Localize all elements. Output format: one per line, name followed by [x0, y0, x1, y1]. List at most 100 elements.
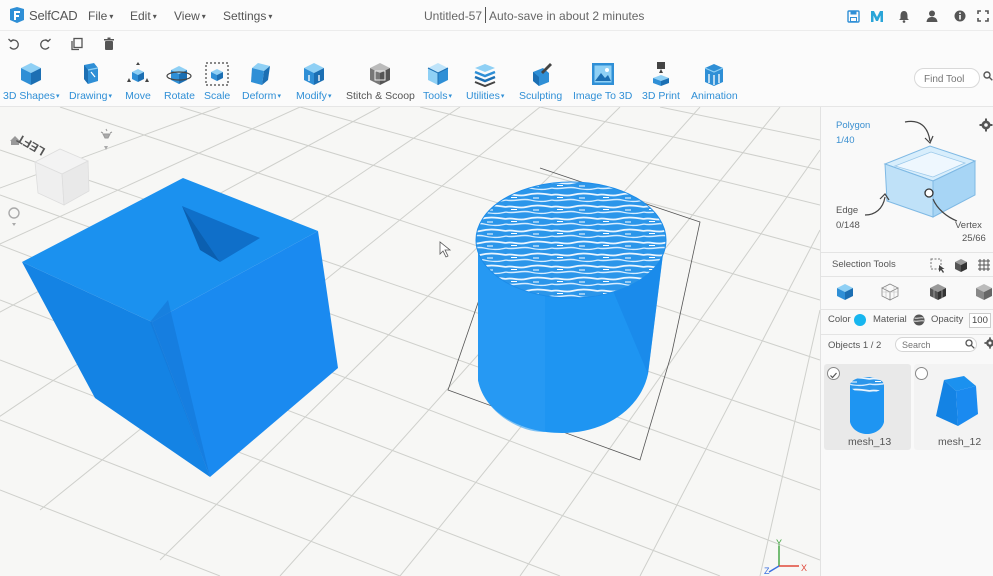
- drawing-icon: [83, 63, 98, 84]
- deform-icon: [251, 63, 271, 85]
- tool-label-tools: Tools: [423, 90, 452, 102]
- top-bar: SelfCAD File Edit View Settings Untitled…: [0, 0, 993, 31]
- notifications-bell-icon[interactable]: [896, 8, 912, 24]
- tool-tools[interactable]: Tools: [423, 60, 452, 102]
- light-icon: [100, 128, 113, 139]
- mouse-cursor-icon: [439, 241, 452, 258]
- quick-actions-row: [0, 31, 993, 57]
- tool-label-move: Move: [125, 90, 151, 102]
- viewport-scene[interactable]: Y X Z: [0, 107, 820, 576]
- axis-x-label: X: [801, 563, 807, 573]
- tool-label-sculpting: Sculpting: [519, 90, 563, 102]
- delete-trash-icon[interactable]: [102, 37, 116, 51]
- tool-label-stitch-scoop: Stitch & Scoop: [346, 90, 415, 102]
- tool-scale[interactable]: Scale: [204, 60, 230, 102]
- tool-stitch-scoop[interactable]: Stitch & Scoop: [346, 60, 415, 102]
- view-cube-face-label: LEFT: [14, 131, 48, 158]
- sculpting-icon: [532, 63, 552, 86]
- tool-3d-shapes[interactable]: 3D Shapes: [3, 60, 59, 102]
- fullscreen-icon[interactable]: [975, 8, 991, 24]
- object-checkbox-mesh-12[interactable]: [915, 367, 928, 380]
- tool-animation[interactable]: Animation: [691, 60, 738, 102]
- material-sphere-icon[interactable]: [913, 314, 925, 326]
- menu-file[interactable]: File: [88, 9, 113, 23]
- edge-count: 0/148: [836, 220, 860, 231]
- rotate-icon: [166, 66, 193, 84]
- image-to-3d-icon: [591, 63, 614, 85]
- view-cube: [34, 148, 90, 206]
- view-navigation-cube[interactable]: LEFT: [0, 107, 120, 232]
- my-models-icon[interactable]: [869, 8, 885, 24]
- info-icon[interactable]: [952, 8, 968, 24]
- lasso-select-icon[interactable]: [929, 257, 945, 273]
- tool-3d-print[interactable]: 3D Print: [642, 60, 680, 102]
- menu-view[interactable]: View: [174, 9, 206, 23]
- selection-mode-diagram[interactable]: [865, 119, 985, 229]
- menu-edit[interactable]: Edit: [130, 9, 157, 23]
- polygon-count: 1/40: [836, 135, 855, 146]
- menu-settings[interactable]: Settings: [223, 9, 272, 23]
- object-mode-icon[interactable]: [836, 283, 854, 301]
- axis-y-label: Y: [776, 538, 782, 548]
- selection-tools-label: Selection Tools: [832, 259, 896, 270]
- app-logo: SelfCAD: [8, 6, 78, 24]
- object-name-mesh-12: mesh_12: [938, 436, 982, 448]
- tools-icon: [427, 63, 448, 85]
- check-icon: [830, 372, 837, 379]
- 3d-viewport[interactable]: Y X Z LEFT: [0, 107, 820, 576]
- tool-label-animation: Animation: [691, 90, 738, 102]
- tool-label-modify: Modify: [296, 90, 331, 102]
- autosave-status: Auto-save in about 2 minutes: [489, 9, 645, 23]
- tool-modify[interactable]: Modify: [296, 60, 331, 102]
- find-tool-input[interactable]: [914, 68, 980, 88]
- tool-label-image-to-3d: Image To 3D: [573, 90, 633, 102]
- axis-z-label: Z: [764, 566, 770, 576]
- document-title[interactable]: Untitled-57: [424, 9, 482, 23]
- tool-label-utilities: Utilities: [466, 90, 504, 102]
- move-icon: [127, 62, 149, 82]
- tool-label-rotate: Rotate: [164, 90, 195, 102]
- animation-icon: [705, 64, 724, 86]
- shaded-mode-icon[interactable]: [929, 283, 947, 301]
- tool-sculpting[interactable]: Sculpting: [519, 60, 562, 102]
- tool-move[interactable]: Move: [125, 60, 151, 102]
- objects-settings-gear-icon[interactable]: [984, 337, 993, 349]
- save-icon[interactable]: [845, 8, 861, 24]
- redo-icon[interactable]: [38, 37, 52, 51]
- edge-label[interactable]: Edge: [836, 205, 858, 216]
- objects-header: Objects 1 / 2: [828, 340, 882, 351]
- tool-rotate[interactable]: Rotate: [164, 60, 195, 102]
- vertex-label[interactable]: Vertex: [955, 220, 982, 231]
- tool-label-drawing: Drawing: [69, 90, 112, 102]
- tool-label-deform: Deform: [242, 90, 281, 102]
- tool-label-scale: Scale: [204, 90, 231, 102]
- tool-drawing[interactable]: Drawing: [69, 60, 112, 102]
- tool-utilities[interactable]: Utilities: [466, 60, 504, 102]
- color-swatch[interactable]: [854, 314, 866, 326]
- copy-icon[interactable]: [70, 37, 84, 51]
- wireframe-mode-icon[interactable]: [881, 283, 899, 301]
- undo-icon[interactable]: [7, 37, 21, 51]
- tool-label-3d-shapes: 3D Shapes: [3, 90, 59, 102]
- selfcad-logo-icon: [10, 7, 24, 23]
- stitch-scoop-icon: [370, 63, 391, 85]
- opacity-input[interactable]: 100: [969, 313, 991, 328]
- globe-icon: [8, 207, 20, 219]
- objects-search-icon[interactable]: [965, 339, 975, 349]
- material-label[interactable]: Material: [873, 314, 907, 325]
- tool-deform[interactable]: Deform: [242, 60, 281, 102]
- search-icon[interactable]: [983, 71, 993, 81]
- user-account-icon[interactable]: [924, 8, 940, 24]
- utilities-icon: [474, 64, 496, 88]
- tool-label-3d-print: 3D Print: [642, 90, 680, 102]
- object-checkbox-mesh-13[interactable]: [827, 367, 840, 380]
- tool-image-to-3d[interactable]: Image To 3D: [573, 60, 632, 102]
- cube-icon: [21, 63, 42, 85]
- cylinder-object[interactable]: [475, 181, 667, 433]
- color-label: Color: [828, 314, 851, 325]
- scale-icon: [205, 62, 229, 86]
- object-name-mesh-13: mesh_13: [848, 436, 892, 448]
- select-cubes-icon[interactable]: [953, 257, 969, 273]
- select-grid-icon[interactable]: [976, 257, 992, 273]
- xray-mode-icon[interactable]: [975, 283, 993, 301]
